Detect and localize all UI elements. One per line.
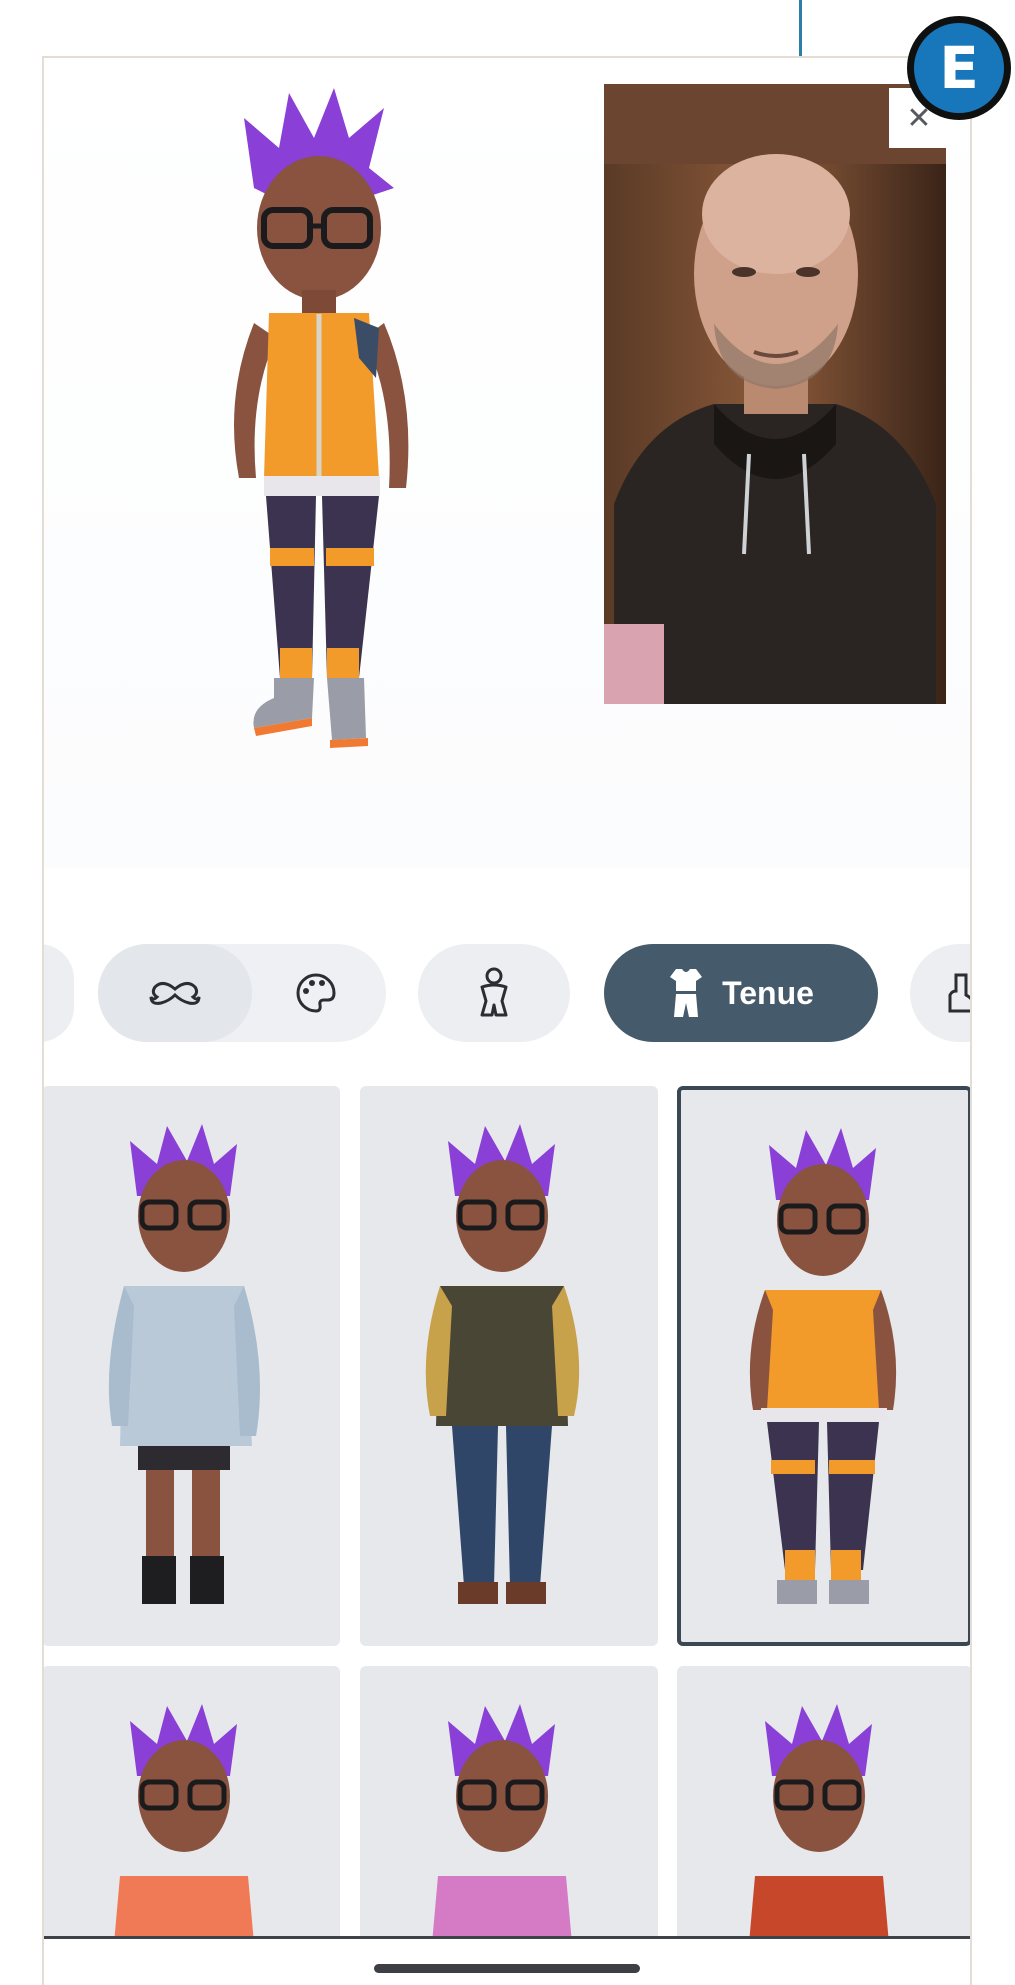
puffer-jacket-outfit-avatar [425,1124,580,1604]
body-icon [480,967,508,1017]
callout-badge: E [907,16,1011,120]
outfit-icon [670,969,703,1017]
preview-avatar [234,88,409,748]
phone-screen: ✕ Tenue [42,56,972,1985]
rust-shirt-outfit-avatar [747,1704,891,1966]
palette-icon [296,973,336,1013]
coral-tee-outfit-avatar [112,1704,256,1966]
mustache-icon [149,982,201,1005]
outfit-tile-orange-vest[interactable] [677,1086,970,1646]
outfit-tile-puffer-jacket[interactable] [360,1086,658,1646]
outfit-tile-coral-tee[interactable] [44,1666,340,1966]
category-bar: Tenue [44,884,970,1042]
outfit-tile-rust-shirt[interactable] [677,1666,970,1966]
navigation-bar [44,1936,970,1985]
home-indicator[interactable] [374,1964,640,1973]
outfit-tile-denim-jacket[interactable] [44,1086,340,1646]
camera-preview [604,84,946,704]
pink-sweater-outfit-avatar [430,1704,574,1966]
avatar-preview: ✕ [44,58,970,868]
callout-badge-letter: E [939,34,979,102]
category-chip-outfit-label: Tenue [722,974,814,1011]
screenshot-page: ✕ Tenue E [0,0,1015,1985]
shoe-icon [948,973,970,1013]
camera-photo [604,84,946,704]
outfit-grid [44,1028,970,1968]
outfit-tile-pink-sweater[interactable] [360,1666,658,1966]
denim-jacket-outfit-avatar [108,1124,260,1604]
orange-vest-outfit-avatar [749,1128,897,1604]
avatar-right-shoe [327,678,366,740]
